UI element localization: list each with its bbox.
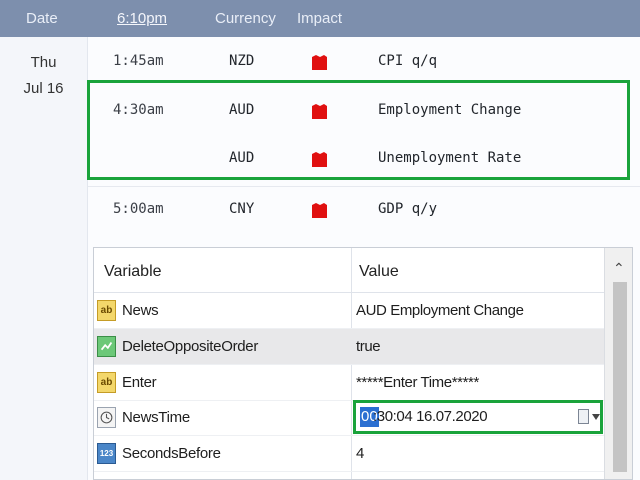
event-time: 1:45am: [113, 53, 164, 69]
event-time: 5:00am: [113, 201, 164, 217]
property-row-seconds-before[interactable]: 123 SecondsBefore 4: [94, 436, 604, 472]
header-impact: Impact: [297, 10, 343, 27]
property-value[interactable]: *****Enter Time*****: [356, 374, 479, 391]
event-name: GDP q/y: [378, 201, 438, 217]
calendar-header: Date 6:10pm Currency Impact: [0, 0, 640, 37]
inputs-property-grid: Variable Value ab News AUD Employment Ch…: [93, 247, 633, 480]
news-time-value[interactable]: :30:04 16.07.2020: [373, 407, 488, 427]
event-currency: NZD: [229, 53, 255, 69]
property-row-enter[interactable]: ab Enter *****Enter Time*****: [94, 365, 604, 401]
event-row[interactable]: 5:00am CNY GDP q/y: [88, 186, 640, 235]
property-name: DeleteOppositeOrder: [122, 338, 259, 355]
bool-icon: [97, 336, 116, 357]
property-row-news-time[interactable]: NewsTime 00 :30:04 16.07.2020: [94, 400, 604, 436]
high-impact-icon: [312, 203, 327, 218]
property-name: News: [122, 302, 159, 319]
integer-icon: 123: [97, 443, 116, 464]
datetime-icon: [97, 407, 116, 428]
day-name: Thu: [30, 54, 57, 71]
scrollbar-thumb[interactable]: [613, 282, 627, 472]
highlighted-events-box: [87, 80, 630, 180]
property-value[interactable]: 4: [356, 445, 364, 462]
dropdown-arrow-icon[interactable]: [592, 414, 600, 420]
header-date: Date: [26, 10, 58, 27]
property-value[interactable]: true: [356, 338, 381, 355]
header-currency: Currency: [215, 10, 276, 27]
property-name: NewsTime: [122, 409, 190, 426]
property-value[interactable]: AUD Employment Change: [356, 302, 524, 319]
property-name: SecondsBefore: [122, 445, 221, 462]
property-row-delete-opposite-order[interactable]: DeleteOppositeOrder true: [94, 329, 604, 365]
event-name: CPI q/q: [378, 53, 438, 69]
news-time-editor[interactable]: 00 :30:04 16.07.2020: [353, 400, 603, 434]
header-current-time-link[interactable]: 6:10pm: [117, 10, 167, 27]
high-impact-icon: [312, 55, 327, 70]
property-name: Enter: [122, 374, 157, 391]
column-value[interactable]: Value: [359, 263, 399, 281]
property-row-news[interactable]: ab News AUD Employment Change: [94, 293, 604, 329]
scroll-up-icon[interactable]: ⌃: [613, 260, 625, 277]
calendar-icon[interactable]: [578, 409, 589, 424]
property-grid-header: Variable Value: [94, 248, 604, 293]
day-date: Jul 16: [23, 80, 64, 97]
string-icon: ab: [97, 300, 116, 321]
column-variable[interactable]: Variable: [104, 263, 162, 281]
vertical-scrollbar[interactable]: ⌃: [604, 248, 632, 479]
string-icon: ab: [97, 372, 116, 393]
date-column: Thu Jul 16: [0, 37, 88, 480]
event-currency: CNY: [229, 201, 255, 217]
